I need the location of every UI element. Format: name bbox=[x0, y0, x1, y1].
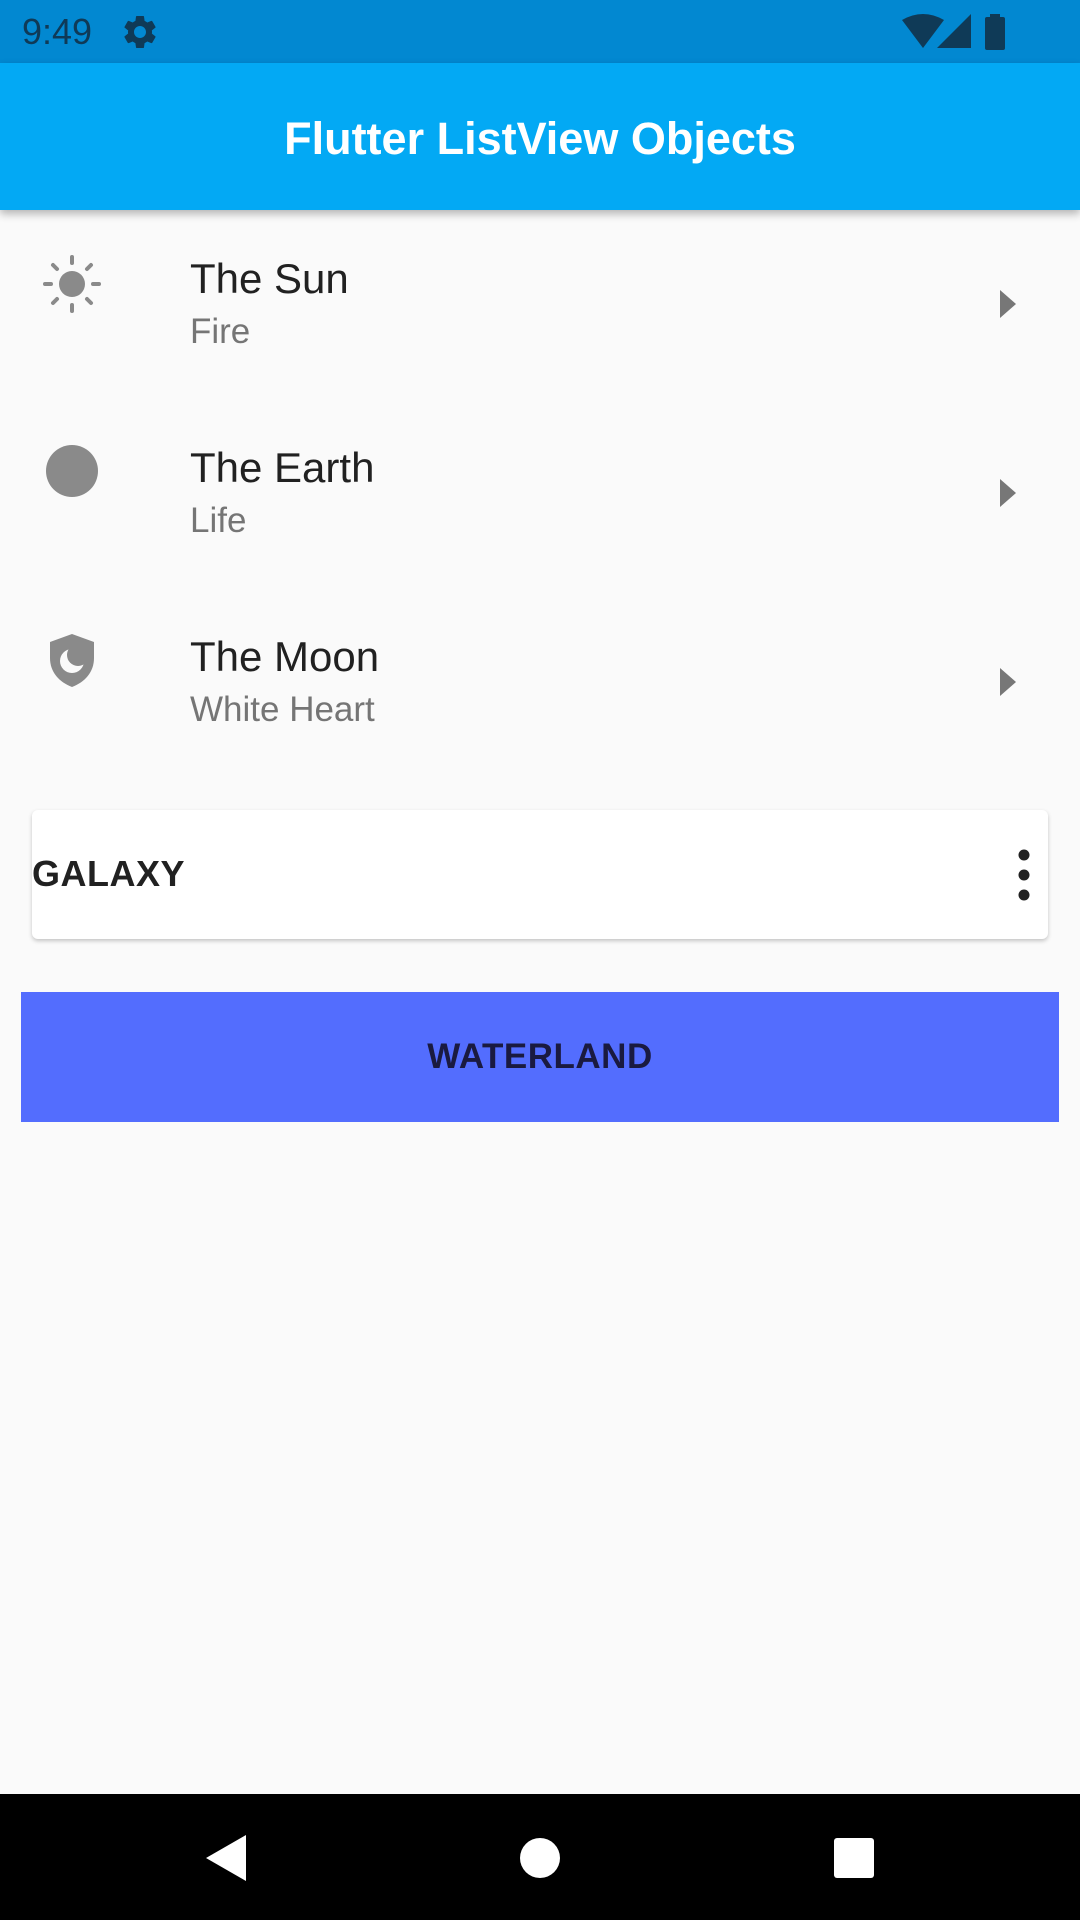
app-title: Flutter ListView Objects bbox=[284, 113, 796, 164]
sun-icon bbox=[42, 254, 102, 314]
signal-icon bbox=[937, 14, 971, 48]
status-bar: 9:49 bbox=[0, 0, 1080, 63]
galaxy-card[interactable]: GALAXY bbox=[32, 810, 1048, 939]
recents-icon[interactable] bbox=[826, 1830, 882, 1886]
moon-shield-icon bbox=[42, 630, 102, 690]
list-item-subtitle: White Heart bbox=[190, 690, 375, 729]
list-item-title: The Sun bbox=[190, 255, 349, 302]
status-time: 9:49 bbox=[22, 11, 93, 52]
list-item-earth[interactable]: The Earth Life bbox=[0, 399, 1080, 588]
list-item-moon[interactable]: The Moon White Heart bbox=[0, 588, 1080, 777]
waterland-button-label: WATERLAND bbox=[427, 1037, 653, 1076]
card-label: GALAXY bbox=[32, 853, 186, 894]
settings-icon bbox=[120, 12, 160, 52]
list-item-subtitle: Fire bbox=[190, 312, 251, 351]
list-item-title: The Moon bbox=[190, 633, 380, 680]
battery-icon bbox=[985, 14, 1005, 50]
app-bar: Flutter ListView Objects bbox=[0, 63, 1080, 210]
back-icon[interactable] bbox=[200, 1830, 256, 1886]
home-icon[interactable] bbox=[512, 1830, 568, 1886]
list-item-subtitle: Life bbox=[190, 501, 247, 540]
more-vert-icon[interactable] bbox=[1014, 845, 1034, 905]
system-nav-bar bbox=[0, 1794, 1080, 1920]
list-item-sun[interactable]: The Sun Fire bbox=[0, 210, 1080, 399]
waterland-button[interactable]: WATERLAND bbox=[21, 992, 1059, 1122]
circle-icon bbox=[42, 441, 102, 501]
list-item-title: The Earth bbox=[190, 444, 375, 491]
chevron-right-icon bbox=[994, 664, 1022, 700]
chevron-right-icon bbox=[994, 475, 1022, 511]
chevron-right-icon bbox=[994, 286, 1022, 322]
